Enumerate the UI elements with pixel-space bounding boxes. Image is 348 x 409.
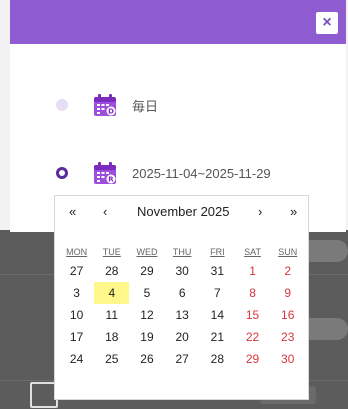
calendar-grid: MON TUE WED THU FRI SAT SUN 27 28 29 30 … [59, 244, 306, 370]
calendar-title: November 2025 [137, 204, 230, 219]
calendar-day[interactable]: 6 [165, 282, 200, 304]
weekday-label: SUN [278, 247, 298, 257]
calendar-day[interactable]: 16 [270, 304, 305, 326]
calendar-day[interactable]: 30 [165, 260, 200, 282]
calendar-day[interactable]: 23 [270, 326, 305, 348]
calendar-day[interactable]: 24 [59, 348, 94, 370]
dialog-header: × [10, 0, 346, 44]
weekday-header: MON TUE WED THU FRI SAT SUN [59, 244, 306, 260]
calendar-day[interactable]: 3 [59, 282, 94, 304]
calendar-week: 3 4 5 6 7 8 9 [59, 282, 306, 304]
weekday-label: MON [66, 247, 88, 257]
calendar-day[interactable]: 27 [59, 260, 94, 282]
calendar-day[interactable]: 20 [165, 326, 200, 348]
calendar-day[interactable]: 12 [129, 304, 164, 326]
calendar-nav: « ‹ November 2025 › » [55, 204, 310, 224]
calendar-day[interactable]: 19 [129, 326, 164, 348]
calendar-day[interactable]: 31 [200, 260, 235, 282]
calendar-day[interactable]: 2 [270, 260, 305, 282]
weekday-label: WED [136, 247, 158, 257]
calendar-day[interactable]: 25 [94, 348, 129, 370]
calendar-day[interactable]: 7 [200, 282, 235, 304]
calendar-day[interactable]: 21 [200, 326, 235, 348]
option-daily-label: 毎日 [132, 98, 159, 114]
weekday-label: THU [172, 247, 192, 257]
date-picker: « ‹ November 2025 › » MON TUE WED THU FR… [54, 195, 309, 400]
calendar-day[interactable]: 17 [59, 326, 94, 348]
calendar-day[interactable]: 29 [235, 348, 270, 370]
calendar-day[interactable]: 26 [129, 348, 164, 370]
close-button[interactable]: × [316, 12, 338, 34]
close-icon: × [322, 14, 332, 31]
svg-text:R: R [108, 176, 114, 184]
option-daily[interactable]: D 毎日 [56, 92, 158, 118]
calendar-r-icon: R [94, 162, 116, 184]
calendar-week: 24 25 26 27 28 29 30 [59, 348, 306, 370]
calendar-day[interactable]: 10 [59, 304, 94, 326]
prev-year-button[interactable]: « [69, 204, 76, 219]
calendar-day[interactable]: 13 [165, 304, 200, 326]
weekday-label: SAT [244, 247, 261, 257]
calendar-day[interactable]: 15 [235, 304, 270, 326]
option-date-range-label: 2025-11-04~2025-11-29 [132, 165, 271, 181]
weekday-label: TUE [102, 247, 121, 257]
calendar-day[interactable]: 9 [270, 282, 305, 304]
calendar-day[interactable]: 29 [129, 260, 164, 282]
calendar-day[interactable]: 14 [200, 304, 235, 326]
calendar-day[interactable]: 28 [94, 260, 129, 282]
calendar-week: 10 11 12 13 14 15 16 [59, 304, 306, 326]
prev-month-button[interactable]: ‹ [103, 204, 107, 219]
calendar-day[interactable]: 27 [165, 348, 200, 370]
calendar-day[interactable]: 18 [94, 326, 129, 348]
calendar-d-icon: D [94, 94, 116, 116]
calendar-day[interactable]: 8 [235, 282, 270, 304]
calendar-day[interactable]: 5 [129, 282, 164, 304]
svg-text:D: D [108, 108, 114, 116]
calendar-day[interactable]: 11 [94, 304, 129, 326]
calendar-day-highlighted[interactable]: 4 [94, 282, 130, 304]
calendar-week: 27 28 29 30 31 1 2 [59, 260, 306, 282]
radio-daily[interactable] [56, 99, 68, 111]
radio-date-range[interactable] [56, 167, 68, 179]
calendar-day[interactable]: 1 [235, 260, 270, 282]
calendar-week: 17 18 19 20 21 22 23 [59, 326, 306, 348]
weekday-label: FRI [210, 247, 225, 257]
calendar-day[interactable]: 30 [270, 348, 305, 370]
next-month-button[interactable]: › [258, 204, 262, 219]
option-date-range[interactable]: R 2025-11-04~2025-11-29 [56, 160, 271, 186]
calendar-day[interactable]: 28 [200, 348, 235, 370]
calendar-day[interactable]: 22 [235, 326, 270, 348]
next-year-button[interactable]: » [290, 204, 297, 219]
